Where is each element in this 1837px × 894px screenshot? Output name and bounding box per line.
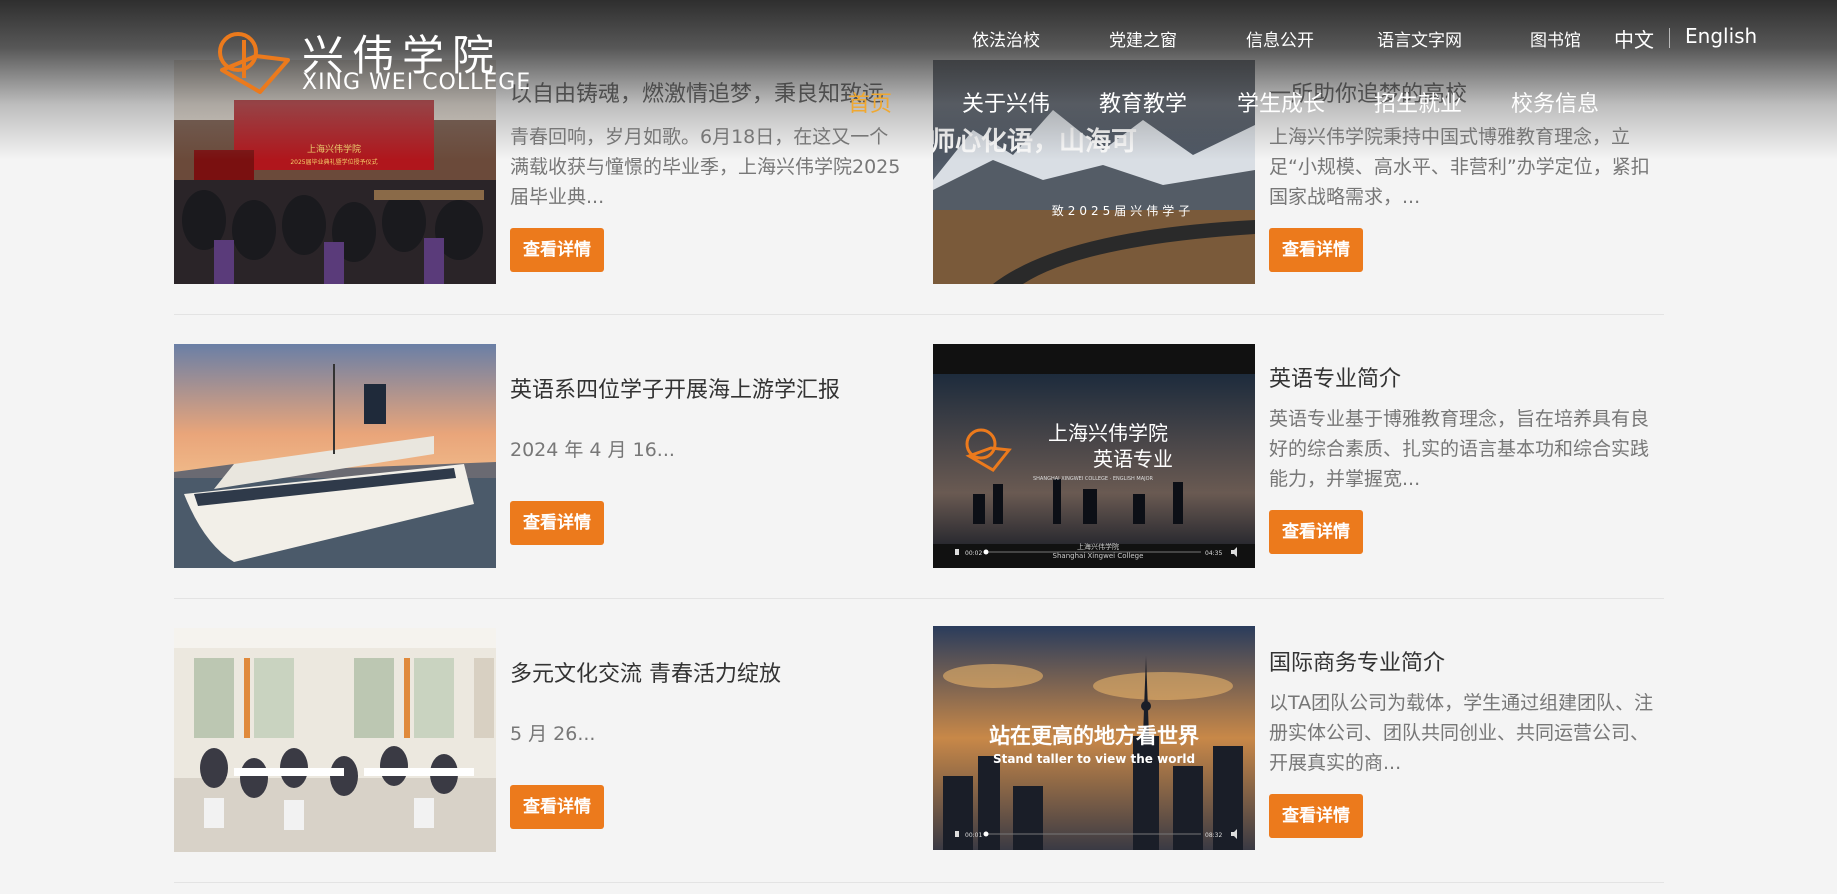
- view-details-button[interactable]: 查看详情: [1269, 510, 1363, 554]
- video-subtitle: SHANGHAI XINGWEI COLLEGE · ENGLISH MAJOR: [1033, 476, 1154, 482]
- banner-text-2: 2025届毕业典礼暨学位授予仪式: [290, 158, 377, 166]
- news-title[interactable]: 多元文化交流 青春活力绽放: [510, 656, 781, 688]
- nav-education[interactable]: 教育教学: [1099, 86, 1187, 118]
- news-summary: 5 月 26...: [510, 723, 596, 745]
- view-details-button[interactable]: 查看详情: [510, 785, 604, 829]
- cafeteria-image[interactable]: [174, 628, 496, 852]
- video-time-total: 04:35: [1205, 550, 1222, 557]
- news-card: 上海兴伟学院 英语专业 SHANGHAI XINGWEI COLLEGE · E…: [933, 344, 1663, 570]
- pause-icon: [955, 549, 959, 555]
- news-summary: 2024 年 4 月 16...: [510, 439, 675, 461]
- news-title[interactable]: 英语系四位学子开展海上游学汇报: [510, 372, 840, 404]
- top-link-rule-of-law[interactable]: 依法治校: [972, 26, 1040, 51]
- banner-text-2: 致2025届兴伟学子: [1052, 203, 1195, 218]
- video-title: 站在更高的地方看世界: [989, 724, 1199, 748]
- nav-affairs[interactable]: 校务信息: [1511, 86, 1599, 118]
- video-subtitle: Stand taller to view the world: [993, 752, 1195, 766]
- row-divider: [174, 882, 1664, 883]
- news-card: 英语系四位学子开展海上游学汇报 2024 年 4 月 16... 查看详情: [174, 344, 904, 570]
- video-caption-2: Shanghai Xingwei College: [1053, 552, 1144, 560]
- row-divider: [174, 598, 1664, 599]
- news-title[interactable]: 英语专业简介: [1269, 361, 1401, 393]
- video-title-1: 上海兴伟学院: [1048, 421, 1168, 445]
- news-summary: 青春回响，岁月如歌。6月18日，在这又一个满载收获与憧憬的毕业季，上海兴伟学院2…: [510, 126, 901, 208]
- video-scrubber: [983, 831, 989, 837]
- video-caption-1: 上海兴伟学院: [1077, 542, 1119, 551]
- lang-en-button[interactable]: English: [1685, 24, 1757, 48]
- lang-divider: [1669, 28, 1670, 48]
- news-card: 站在更高的地方看世界 Stand taller to view the worl…: [933, 626, 1663, 852]
- news-card: 多元文化交流 青春活力绽放 5 月 26... 查看详情: [174, 628, 904, 854]
- nav-admissions[interactable]: 招生就业: [1374, 86, 1462, 118]
- view-details-button[interactable]: 查看详情: [510, 501, 604, 545]
- view-details-button[interactable]: 查看详情: [1269, 228, 1363, 272]
- nav-student-growth[interactable]: 学生成长: [1237, 86, 1325, 118]
- main-nav: 首页 关于兴伟 教育教学 学生成长 招生就业 校务信息: [0, 86, 1837, 118]
- video-scrubber: [983, 549, 989, 555]
- banner-text-1: 师心化语，山海可: [933, 127, 1137, 157]
- view-details-button[interactable]: 查看详情: [1269, 794, 1363, 838]
- video-title-2: 英语专业: [1093, 447, 1173, 471]
- video-time-total: 08:32: [1205, 832, 1222, 839]
- top-link-party-building[interactable]: 党建之窗: [1109, 26, 1177, 51]
- top-links: 依法治校 党建之窗 信息公开 语言文字网 图书馆: [0, 26, 1837, 52]
- pause-icon: [955, 831, 959, 837]
- news-summary: 上海兴伟学院秉持中国式博雅教育理念，立足“小规模、高水平、非营利”办学定位，紧扣…: [1269, 126, 1650, 208]
- banner-text-1: 上海兴伟学院: [307, 143, 361, 155]
- nav-home[interactable]: 首页: [848, 86, 892, 118]
- top-link-language-web[interactable]: 语言文字网: [1377, 26, 1462, 51]
- row-divider: [174, 314, 1664, 315]
- english-major-video[interactable]: 上海兴伟学院 英语专业 SHANGHAI XINGWEI COLLEGE · E…: [933, 344, 1255, 568]
- top-link-library[interactable]: 图书馆: [1530, 26, 1581, 51]
- video-time-current: 00:02: [965, 550, 982, 557]
- nav-about[interactable]: 关于兴伟: [962, 86, 1050, 118]
- news-title[interactable]: 国际商务专业简介: [1269, 645, 1445, 677]
- lang-zh-button[interactable]: 中文: [1614, 24, 1654, 53]
- city-skyline-video[interactable]: 站在更高的地方看世界 Stand taller to view the worl…: [933, 626, 1255, 850]
- news-summary: 以TA团队公司为载体，学生通过组建团队、注册实体公司、团队共同创业、共同运营公司…: [1269, 692, 1654, 774]
- view-details-button[interactable]: 查看详情: [510, 228, 604, 272]
- news-summary: 英语专业基于博雅教育理念，旨在培养具有良好的综合素质、扎实的语言基本功和综合实践…: [1269, 408, 1650, 490]
- cruise-ship-image[interactable]: [174, 344, 496, 568]
- top-link-info-disclosure[interactable]: 信息公开: [1246, 26, 1314, 51]
- video-time-current: 00:01: [965, 832, 982, 839]
